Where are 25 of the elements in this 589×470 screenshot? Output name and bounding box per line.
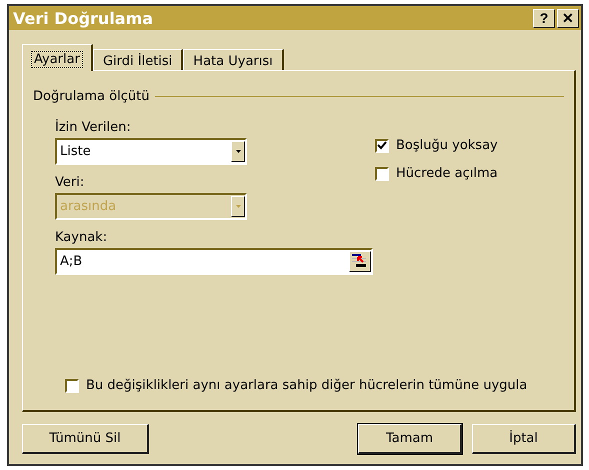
- checkbox[interactable]: [375, 166, 389, 180]
- collapse-dialog-button[interactable]: [349, 251, 371, 272]
- group-title: Doğrulama ölçütü: [33, 89, 150, 104]
- dialog-button[interactable]: Tamam: [358, 424, 462, 454]
- field-label: Veri:: [55, 175, 86, 192]
- close-button[interactable]: ✕: [557, 8, 579, 28]
- checkbox-label[interactable]: Boşluğu yoksay: [396, 138, 498, 153]
- dropdown-field[interactable]: Liste: [55, 138, 247, 165]
- dropdown-arrow-icon: [236, 150, 240, 153]
- checkbox-label[interactable]: Hücrede açılma: [396, 166, 498, 181]
- input-field[interactable]: A;B: [55, 248, 373, 275]
- dialog-button[interactable]: Tümünü Sil: [22, 424, 149, 454]
- field-label: Kaynak:: [55, 230, 108, 247]
- field-label: İzin Verilen:: [55, 120, 132, 137]
- help-button[interactable]: ?: [533, 8, 555, 28]
- tab[interactable]: Hata Uyarısı: [183, 49, 284, 70]
- checkbox-label[interactable]: Bu değişiklikleri aynı ayarlara sahip diğer hücrelerin tümüne uygula: [86, 378, 528, 393]
- tab[interactable]: Girdi İletisi: [92, 49, 184, 70]
- tab[interactable]: Ayarlar: [22, 44, 93, 71]
- dialog-button[interactable]: İptal: [472, 424, 576, 454]
- checkbox[interactable]: [65, 378, 79, 392]
- dropdown-arrow-icon: [236, 205, 240, 208]
- window-title: Veri Doğrulama: [13, 8, 154, 28]
- range-select-icon: [350, 252, 368, 269]
- checkbox[interactable]: [375, 138, 389, 152]
